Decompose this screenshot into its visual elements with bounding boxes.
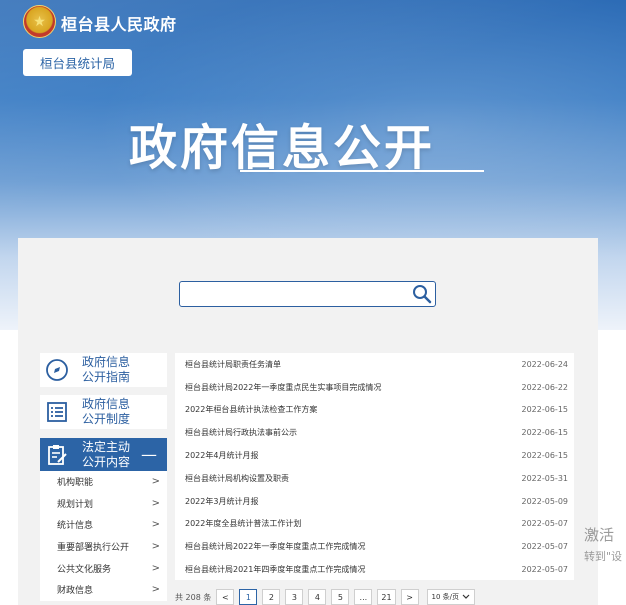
list-item[interactable]: 2022年4月统计月报 2022-06-15 xyxy=(175,444,574,467)
title-underline xyxy=(240,170,484,172)
page-button-3[interactable]: 3 xyxy=(285,589,304,605)
chevron-right-icon: > xyxy=(151,541,160,553)
clipboard-edit-icon xyxy=(40,438,74,471)
search-box[interactable] xyxy=(179,281,436,307)
page-button-1[interactable]: 1 xyxy=(239,589,258,605)
subitem-label: 公共文化服务 xyxy=(57,564,112,575)
page-button-5[interactable]: 5 xyxy=(331,589,350,605)
list-item[interactable]: 桓台县统计局行政执法事前公示 2022-06-15 xyxy=(175,421,574,444)
sidebar-subitem-deployment[interactable]: 重要部署执行公开 > xyxy=(40,536,167,558)
list-document-icon xyxy=(40,395,74,429)
national-emblem-icon: ★ xyxy=(23,5,56,38)
chevron-right-icon: > xyxy=(151,519,160,531)
sidebar-item-label: 政府信息 公开指南 xyxy=(82,355,130,385)
subitem-label: 规划计划 xyxy=(57,499,94,510)
compass-icon xyxy=(40,353,74,387)
list-item-title[interactable]: 2022年3月统计月报 xyxy=(185,496,258,507)
list-item[interactable]: 2022年度全县统计普法工作计划 2022-05-07 xyxy=(175,513,574,536)
sidebar-label-line1: 法定主动 xyxy=(82,439,131,454)
chevron-right-icon: > xyxy=(151,497,160,509)
bureau-tab[interactable]: 桓台县统计局 xyxy=(23,49,132,76)
page-button-4[interactable]: 4 xyxy=(308,589,327,605)
page-title: 政府信息公开 xyxy=(129,120,436,176)
collapse-toggle[interactable]: — xyxy=(141,445,157,464)
list-item[interactable]: 桓台县统计局2022年一季度年度重点工作完成情况 2022-05-07 xyxy=(175,535,574,558)
list-item[interactable]: 2022年3月统计月报 2022-05-09 xyxy=(175,490,574,513)
search-input[interactable] xyxy=(186,285,408,303)
list-item-title[interactable]: 桓台县统计局职责任务清单 xyxy=(185,359,281,370)
list-item-date: 2022-05-09 xyxy=(521,496,569,506)
search-icon[interactable] xyxy=(412,284,432,304)
sidebar-label-line1: 政府信息 xyxy=(82,397,131,411)
chevron-right-icon: > xyxy=(151,562,160,574)
subitem-label: 统计信息 xyxy=(57,521,94,532)
list-item[interactable]: 桓台县统计局职责任务清单 2022-06-24 xyxy=(175,353,574,376)
list-item-title[interactable]: 2022年4月统计月报 xyxy=(185,450,258,461)
list-item-title[interactable]: 桓台县统计局行政执法事前公示 xyxy=(185,427,297,438)
prev-page-button[interactable]: < xyxy=(216,589,235,605)
list-item-title[interactable]: 2022年桓台县统计执法检查工作方案 xyxy=(185,404,317,415)
list-item-title[interactable]: 桓台县统计局机构设置及职责 xyxy=(185,473,289,484)
list-item-date: 2022-06-24 xyxy=(521,359,569,369)
sidebar-label-line2: 公开制度 xyxy=(82,412,131,426)
activation-watermark: 激活 转到"设 xyxy=(584,525,622,567)
watermark-line2: 转到"设 xyxy=(584,550,623,563)
subitem-label: 重要部署执行公开 xyxy=(57,543,130,554)
sidebar-item-label: 政府信息 公开制度 xyxy=(82,397,130,427)
sidebar-label-line1: 政府信息 xyxy=(82,355,131,369)
sidebar-subitem-statistics[interactable]: 统计信息 > xyxy=(40,514,167,536)
list-item-date: 2022-05-07 xyxy=(521,565,569,575)
sidebar-subitem-culture[interactable]: 公共文化服务 > xyxy=(40,557,167,579)
list-item-title[interactable]: 桓台县统计局2022年一季度重点民生实事项目完成情况 xyxy=(185,382,381,393)
list-item-title[interactable]: 2022年度全县统计普法工作计划 xyxy=(185,518,301,529)
list-item[interactable]: 桓台县统计局2022年一季度重点民生实事项目完成情况 2022-06-22 xyxy=(175,376,574,399)
page-button-last[interactable]: 21 xyxy=(377,589,396,605)
subitem-label: 机构职能 xyxy=(57,478,94,489)
chevron-right-icon: > xyxy=(151,476,160,488)
sidebar-label-line2: 公开内容 xyxy=(82,454,131,469)
page-ellipsis[interactable]: ... xyxy=(354,589,373,605)
watermark-line1: 激活 xyxy=(584,526,615,544)
next-page-button[interactable]: > xyxy=(400,589,419,605)
sidebar-subitem-finance[interactable]: 财政信息 > xyxy=(40,579,167,601)
list-item-date: 2022-06-15 xyxy=(521,451,569,461)
list-item[interactable]: 2022年桓台县统计执法检查工作方案 2022-06-15 xyxy=(175,399,574,422)
chevron-right-icon: > xyxy=(151,584,160,596)
document-list: 桓台县统计局职责任务清单 2022-06-24 桓台县统计局2022年一季度重点… xyxy=(175,353,574,580)
sidebar-label-line2: 公开指南 xyxy=(82,370,131,384)
site-title[interactable]: 桓台县人民政府 xyxy=(61,11,177,35)
subitem-label: 财政信息 xyxy=(57,586,94,597)
sidebar-subitem-functions[interactable]: 机构职能 > xyxy=(40,471,167,493)
list-item-title[interactable]: 桓台县统计局2021年四季度年度重点工作完成情况 xyxy=(185,564,365,575)
list-item-date: 2022-06-15 xyxy=(521,428,569,438)
total-count: 共 208 条 xyxy=(175,592,212,602)
chevron-down-icon xyxy=(462,594,470,599)
list-item-date: 2022-05-31 xyxy=(521,473,569,483)
list-item-title[interactable]: 桓台县统计局2022年一季度年度重点工作完成情况 xyxy=(185,541,365,552)
page-size-select[interactable]: 10 条/页 xyxy=(426,589,476,605)
sidebar-item-guide[interactable]: 政府信息 公开指南 xyxy=(40,353,167,387)
list-item-date: 2022-05-07 xyxy=(521,542,569,552)
sidebar-item-system[interactable]: 政府信息 公开制度 xyxy=(40,395,167,429)
pagination: 共 208 条 < 1 2 3 4 5 ... 21 > 10 条/页 xyxy=(175,589,476,605)
page-size-value: 10 条/页 xyxy=(431,593,460,601)
list-item-date: 2022-06-22 xyxy=(521,382,569,392)
list-item-date: 2022-06-15 xyxy=(521,405,569,415)
sidebar-sub-list: 机构职能 > 规划计划 > 统计信息 > 重要部署执行公开 > 公共文化服务 >… xyxy=(40,471,167,601)
sidebar-subitem-plans[interactable]: 规划计划 > xyxy=(40,493,167,515)
list-item-date: 2022-05-07 xyxy=(521,519,569,529)
sidebar-item-mandatory-disclosure[interactable]: 法定主动 公开内容 — xyxy=(40,438,167,471)
page-button-2[interactable]: 2 xyxy=(262,589,281,605)
sidebar-item-label: 法定主动 公开内容 xyxy=(82,440,141,470)
list-item[interactable]: 桓台县统计局2021年四季度年度重点工作完成情况 2022-05-07 xyxy=(175,558,574,581)
list-item[interactable]: 桓台县统计局机构设置及职责 2022-05-31 xyxy=(175,467,574,490)
